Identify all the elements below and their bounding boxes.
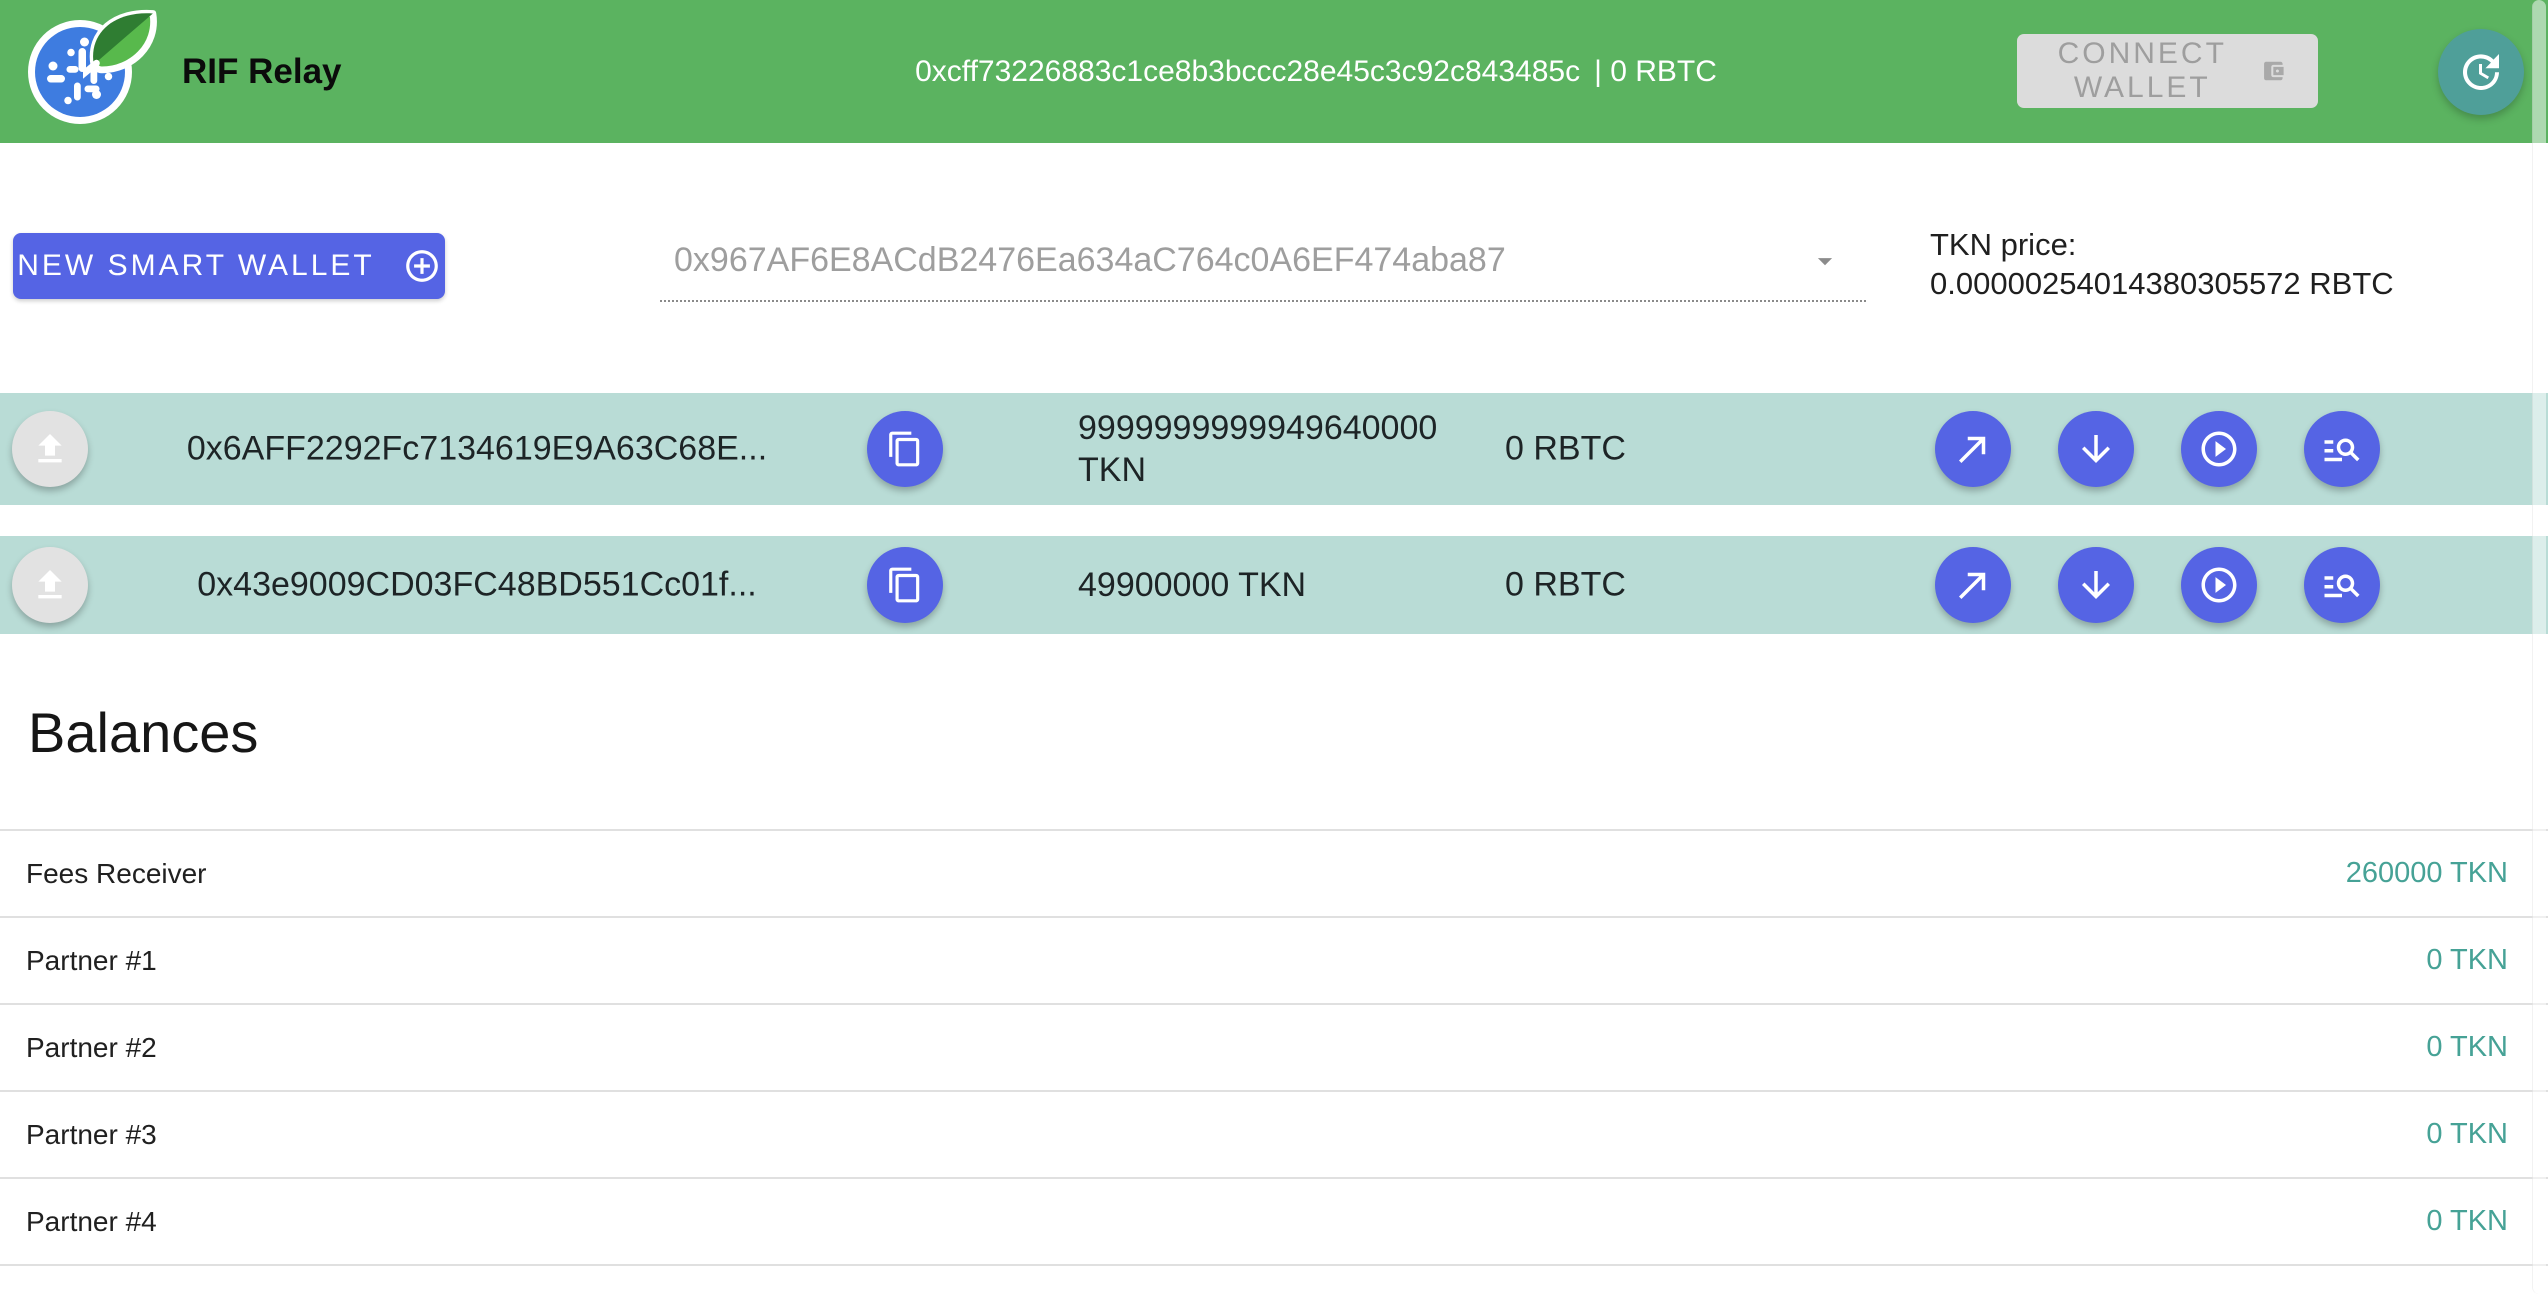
wallet-actions	[1935, 411, 2380, 487]
arrow-up-right-icon	[1952, 428, 1994, 470]
balances-title: Balances	[28, 700, 2548, 765]
balance-label: Partner #2	[26, 1032, 157, 1064]
copy-icon	[886, 566, 924, 604]
balance-value: 260000 TKN	[2346, 857, 2508, 890]
play-circle-icon	[2198, 564, 2240, 606]
rif-logo-icon	[28, 6, 160, 137]
arrow-down-icon	[2075, 428, 2117, 470]
execute-button[interactable]	[2181, 547, 2257, 623]
tkn-price-value: 0.00000254014380305572 RBTC	[1930, 264, 2394, 303]
table-row: Partner #1 0 TKN	[0, 918, 2548, 1005]
token-balance: 49900000 TKN	[1078, 564, 1478, 606]
copy-address-button[interactable]	[867, 547, 943, 623]
new-smart-wallet-button[interactable]: NEW SMART WALLET	[13, 233, 445, 299]
header-account-info: 0xcff73226883c1ce8b3bccc28e45c3c92c84348…	[915, 0, 1717, 143]
inspect-transactions-button[interactable]	[2304, 547, 2380, 623]
table-row: Fees Receiver 260000 TKN	[0, 831, 2548, 918]
arrow-down-icon	[2075, 564, 2117, 606]
rbtc-balance: 0 RBTC	[1505, 430, 1626, 469]
balance-label: Partner #1	[26, 945, 157, 977]
scrollbar-thumb[interactable]	[2532, 0, 2546, 1294]
chevron-down-icon	[1808, 244, 1842, 278]
table-row: Partner #4 0 TKN	[0, 1179, 2548, 1266]
list-search-icon	[2321, 564, 2363, 606]
receive-button[interactable]	[2058, 547, 2134, 623]
add-circle-icon	[403, 247, 441, 285]
balance-label: Fees Receiver	[26, 858, 207, 890]
refresh-button[interactable]	[2438, 29, 2524, 115]
scrollbar[interactable]	[2530, 0, 2548, 1294]
list-search-icon	[2321, 428, 2363, 470]
inspect-transactions-button[interactable]	[2304, 411, 2380, 487]
smart-wallet-row: 0x6AFF2292Fc7134619E9A63C68E... 99999999…	[0, 393, 2548, 505]
balances-table: Fees Receiver 260000 TKN Partner #1 0 TK…	[0, 829, 2548, 1266]
transfer-button[interactable]	[1935, 547, 2011, 623]
account-address: 0xcff73226883c1ce8b3bccc28e45c3c92c84348…	[915, 55, 1580, 89]
account-balance: | 0 RBTC	[1594, 55, 1717, 89]
upload-icon	[30, 429, 70, 469]
execute-button[interactable]	[2181, 411, 2257, 487]
app-root: RIF Relay 0xcff73226883c1ce8b3bccc28e45c…	[0, 0, 2548, 1294]
smart-wallet-select-value: 0x967AF6E8ACdB2476Ea634aC764c0A6EF474aba…	[674, 241, 1506, 280]
play-circle-icon	[2198, 428, 2240, 470]
table-row: Partner #2 0 TKN	[0, 1005, 2548, 1092]
copy-address-button[interactable]	[867, 411, 943, 487]
wallet-icon	[2261, 50, 2286, 92]
balance-value: 0 TKN	[2426, 1031, 2508, 1064]
connect-wallet-button[interactable]: CONNECT WALLET	[2017, 34, 2318, 108]
smart-wallet-select[interactable]: 0x967AF6E8ACdB2476Ea634aC764c0A6EF474aba…	[660, 220, 1866, 302]
app-header: RIF Relay 0xcff73226883c1ce8b3bccc28e45c…	[0, 0, 2548, 143]
arrow-up-right-icon	[1952, 564, 1994, 606]
smart-wallet-address: 0x43e9009CD03FC48BD551Cc01f...	[84, 566, 870, 605]
receive-button[interactable]	[2058, 411, 2134, 487]
token-balance: 9999999999949640000 TKN	[1078, 407, 1478, 491]
balance-value: 0 TKN	[2426, 944, 2508, 977]
brand: RIF Relay	[28, 6, 342, 137]
toolbar: NEW SMART WALLET 0x967AF6E8ACdB2476Ea634…	[0, 143, 2548, 393]
tkn-price-label: TKN price:	[1930, 225, 2394, 264]
rbtc-balance: 0 RBTC	[1505, 566, 1626, 605]
deploy-upload-button[interactable]	[12, 547, 88, 623]
balances-section: Balances Fees Receiver 260000 TKN Partne…	[0, 660, 2548, 765]
tkn-price: TKN price: 0.00000254014380305572 RBTC	[1930, 225, 2394, 303]
balance-value: 0 TKN	[2426, 1205, 2508, 1238]
smart-wallet-address: 0x6AFF2292Fc7134619E9A63C68E...	[84, 430, 870, 469]
new-smart-wallet-label: NEW SMART WALLET	[17, 249, 375, 283]
table-row: Partner #3 0 TKN	[0, 1092, 2548, 1179]
refresh-clock-icon	[2457, 48, 2505, 96]
transfer-button[interactable]	[1935, 411, 2011, 487]
deploy-upload-button[interactable]	[12, 411, 88, 487]
balance-label: Partner #4	[26, 1206, 157, 1238]
copy-icon	[886, 430, 924, 468]
upload-icon	[30, 565, 70, 605]
page-title: RIF Relay	[182, 52, 342, 92]
smart-wallet-row: 0x43e9009CD03FC48BD551Cc01f... 49900000 …	[0, 536, 2548, 634]
leaf-icon	[83, 4, 169, 82]
balance-value: 0 TKN	[2426, 1118, 2508, 1151]
connect-wallet-label: CONNECT WALLET	[2049, 37, 2235, 105]
balance-label: Partner #3	[26, 1119, 157, 1151]
wallet-actions	[1935, 547, 2380, 623]
